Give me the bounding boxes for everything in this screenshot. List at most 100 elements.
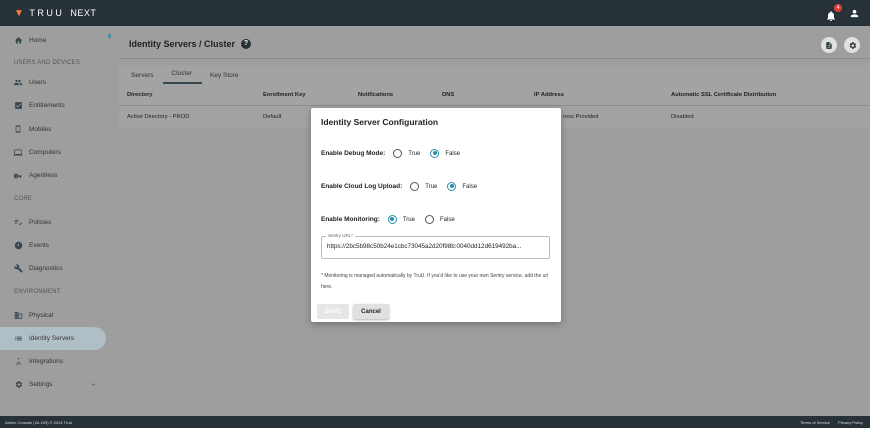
gear-icon xyxy=(849,41,856,49)
terms-link[interactable]: Terms of Service xyxy=(800,420,830,425)
chevron-down-icon[interactable] xyxy=(90,381,97,390)
sidebar-item-computers[interactable]: Computers xyxy=(0,141,117,164)
sidebar-item-label: Computers xyxy=(29,149,61,157)
footer-version: Admin Console (2A.193) © 2024 TruU xyxy=(5,419,73,425)
sidebar-item-mobiles[interactable]: Mobiles xyxy=(0,118,117,141)
dialog-title: Identity Server Configuration xyxy=(321,117,439,127)
sidebar-item-settings[interactable]: Settings xyxy=(0,373,117,396)
tab-bar: Servers Cluster Key Store xyxy=(119,65,870,84)
table-header: Directory Enrollment Key Notifications D… xyxy=(119,84,870,106)
tab-key-store[interactable]: Key Store xyxy=(202,65,249,84)
cloud-log-false-radio[interactable] xyxy=(447,182,457,191)
notifications-button[interactable]: 4 xyxy=(825,4,842,21)
column-header[interactable]: DNS xyxy=(442,92,454,98)
sidebar-item-users[interactable]: Users xyxy=(0,71,117,94)
sidebar-item-policies[interactable]: Policies xyxy=(0,210,117,233)
tab-servers[interactable]: Servers xyxy=(123,65,163,84)
section-header: USERS AND DEVICES xyxy=(14,59,81,66)
building-icon xyxy=(13,310,23,320)
sentry-url-field: Sentry URL* xyxy=(321,233,550,259)
cancel-button[interactable]: Cancel xyxy=(353,304,389,319)
column-header[interactable]: Enrollment Key xyxy=(263,92,306,98)
option-label: True xyxy=(402,216,415,223)
section-header: ENVIRONMENT xyxy=(14,288,61,295)
debug-true-radio[interactable] xyxy=(393,149,403,158)
wrench-icon xyxy=(13,264,23,274)
column-header[interactable]: Notifications xyxy=(358,92,393,98)
help-icon[interactable]: ? xyxy=(241,38,252,49)
table-cell: Disabled xyxy=(671,114,694,120)
monitoring-false-option[interactable]: False xyxy=(424,215,455,224)
debug-true-option[interactable]: True xyxy=(393,149,420,158)
cloud-log-true-radio[interactable] xyxy=(410,182,420,191)
monitoring-true-radio[interactable] xyxy=(387,215,397,224)
sidebar-item-label: Users xyxy=(29,79,46,87)
monitoring-label: Enable Monitoring: xyxy=(321,216,380,223)
column-header[interactable]: Automatic SSL Certificate Distribution xyxy=(671,92,776,98)
notification-badge: 4 xyxy=(834,4,842,12)
footer: Admin Console (2A.193) © 2024 TruU Terms… xyxy=(0,416,870,428)
option-label: True xyxy=(408,150,421,157)
checkbox-icon xyxy=(13,101,23,111)
sidebar-item-agentless[interactable]: Agentless xyxy=(0,164,117,187)
column-header[interactable]: IP Address xyxy=(534,92,564,98)
sidebar-item-label: Entitlements xyxy=(29,102,65,110)
sidebar-item-entitlements[interactable]: Entitlements xyxy=(0,94,117,117)
home-icon xyxy=(13,35,23,45)
key-icon xyxy=(13,171,23,181)
cloud-log-row: Enable Cloud Log Upload: True False xyxy=(321,182,487,191)
integration-icon xyxy=(13,357,23,367)
privacy-link[interactable]: Privacy Policy xyxy=(838,420,863,425)
option-label: False xyxy=(439,216,455,223)
debug-mode-row: Enable Debug Mode: True False xyxy=(321,149,470,158)
table-cell: Default xyxy=(263,114,282,120)
sentry-url-label: Sentry URL* xyxy=(326,233,356,238)
sidebar-item-label: Events xyxy=(29,241,49,249)
pin-icon[interactable] xyxy=(106,28,113,46)
table-cell: ress Provided xyxy=(563,114,599,120)
cloud-log-false-option[interactable]: False xyxy=(447,182,477,191)
person-icon xyxy=(850,9,859,18)
main-content: Identity Servers / Cluster ? Servers Clu… xyxy=(119,29,870,128)
monitoring-false-radio[interactable] xyxy=(424,215,434,224)
list-icon xyxy=(13,333,23,343)
sidebar-item-label: Identity Servers xyxy=(29,334,75,342)
save-button[interactable]: SAVE xyxy=(317,304,349,319)
sidebar-item-label: Integrations xyxy=(29,358,63,366)
sidebar-item-label: Agentless xyxy=(29,172,58,180)
sidebar-item-diagnostics[interactable]: Diagnostics xyxy=(0,257,117,280)
sidebar-item-integrations[interactable]: Integrations xyxy=(0,350,117,373)
debug-false-radio[interactable] xyxy=(430,149,440,158)
sidebar-item-identity-servers[interactable]: Identity Servers xyxy=(0,326,106,350)
monitoring-row: Enable Monitoring: True False xyxy=(321,215,465,224)
product-name: NEXT xyxy=(70,8,97,18)
document-icon xyxy=(826,41,832,49)
sidebar-item-label: Home xyxy=(29,36,47,44)
logo-text: TRUU xyxy=(29,8,65,18)
sidebar-item-label: Policies xyxy=(29,218,52,226)
sidebar-item-label: Mobiles xyxy=(29,125,52,133)
page-title: Identity Servers / Cluster xyxy=(129,38,236,49)
sentry-url-input[interactable] xyxy=(327,243,545,250)
sidebar-item-home[interactable]: Home xyxy=(0,26,117,54)
cloud-log-true-option[interactable]: True xyxy=(410,182,437,191)
option-label: True xyxy=(425,183,438,190)
debug-mode-label: Enable Debug Mode: xyxy=(321,150,386,157)
section-header: CORE xyxy=(14,195,33,202)
account-button[interactable] xyxy=(849,6,860,24)
monitoring-true-option[interactable]: True xyxy=(387,215,415,224)
sidebar-item-label: Diagnostics xyxy=(29,265,63,273)
bell-icon xyxy=(827,11,835,21)
cloud-log-label: Enable Cloud Log Upload: xyxy=(321,183,403,190)
tab-cluster[interactable]: Cluster xyxy=(163,65,202,84)
sidebar-item-events[interactable]: Events xyxy=(0,234,117,257)
page-header: Identity Servers / Cluster ? xyxy=(119,29,870,59)
table-cell: Active Directory - PROD xyxy=(127,114,190,120)
column-header[interactable]: Directory xyxy=(127,92,152,98)
brand-logo[interactable]: ▼ TRUU NEXT xyxy=(14,8,96,19)
settings-button[interactable] xyxy=(844,37,860,53)
debug-false-option[interactable]: False xyxy=(430,149,460,158)
document-button[interactable] xyxy=(821,37,837,53)
top-bar: ▼ TRUU NEXT 4 xyxy=(0,0,870,26)
sidebar-item-physical[interactable]: Physical xyxy=(0,303,117,326)
